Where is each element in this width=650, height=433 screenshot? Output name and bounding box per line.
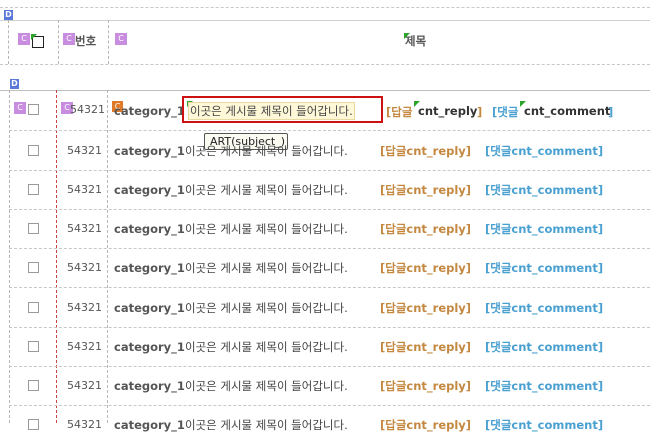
row-separator <box>9 248 650 249</box>
header-top-line <box>0 7 650 8</box>
row-checkbox[interactable] <box>28 262 39 273</box>
header-divider-1 <box>58 20 59 64</box>
row-number: 54321 <box>70 103 105 116</box>
row-subject-link[interactable]: 이곳은 게시물 제목이 들어갑니다. <box>185 260 348 276</box>
list-top-line <box>0 90 650 91</box>
row-comment-suffix: ] <box>608 105 614 119</box>
row-category: category_1 <box>114 261 185 275</box>
row-reply: [답글cnt_reply] <box>380 144 472 158</box>
row-checkbox[interactable] <box>28 104 39 115</box>
row-comment-prefix: [댓글 <box>492 105 519 119</box>
list-divider-title <box>107 90 108 423</box>
row-subject-link[interactable]: 이곳은 게시물 제목이 들어갑니다. <box>185 339 348 355</box>
row-reply: [답글cnt_reply] <box>380 418 472 432</box>
row-checkbox[interactable] <box>28 419 39 430</box>
header-divider-2 <box>108 20 109 64</box>
row-category: category_1 <box>114 379 185 393</box>
row-number: 54321 <box>67 183 102 196</box>
row-comment: [댓글cnt_comment] <box>485 222 604 236</box>
row-separator <box>9 366 650 367</box>
row-reply-var: cnt_reply <box>418 104 478 118</box>
row-separator <box>9 130 650 131</box>
row-subject-link[interactable]: 이곳은 게시물 제목이 들어갑니다. <box>185 417 348 433</box>
row-reply: [답글cnt_reply] <box>380 301 472 315</box>
row-c-badge-checkbox: C <box>14 102 26 114</box>
row-category: category_1 <box>114 183 185 197</box>
row-comment: [댓글cnt_comment] <box>485 340 604 354</box>
row-reply: [답글cnt_reply] <box>380 222 472 236</box>
row-category: category_1 <box>114 104 185 118</box>
row-reply-prefix: [답글 <box>386 105 413 119</box>
row-category: category_1 <box>114 144 185 158</box>
header-d-badge: D <box>4 10 13 20</box>
row-number: 54321 <box>67 418 102 431</box>
header-checkbox-marker <box>31 34 37 40</box>
row-category: category_1 <box>114 301 185 315</box>
row-comment: [댓글cnt_comment] <box>485 144 604 158</box>
row-separator <box>9 405 650 406</box>
row-number: 54321 <box>67 222 102 235</box>
row-reply: [답글cnt_reply] <box>380 340 472 354</box>
row-checkbox[interactable] <box>28 302 39 313</box>
row-comment: [댓글cnt_comment] <box>485 301 604 315</box>
row-number: 54321 <box>67 261 102 274</box>
row-number: 54321 <box>67 340 102 353</box>
row-subject-link[interactable]: 이곳은 게시물 제목이 들어갑니다. <box>188 102 355 120</box>
row-reply-suffix: ] <box>477 105 483 119</box>
header-row-top <box>0 20 650 21</box>
row-checkbox[interactable] <box>28 341 39 352</box>
list-divider-left <box>9 90 10 423</box>
row-category: category_1 <box>114 340 185 354</box>
row-separator <box>9 170 650 171</box>
row-number: 54321 <box>67 301 102 314</box>
header-c-badge-title: C <box>115 33 127 45</box>
row-category: category_1 <box>114 222 185 236</box>
header-c-badge-num: C <box>63 33 75 45</box>
row-subject-link[interactable]: 이곳은 게시물 제목이 들어갑니다. <box>185 378 348 394</box>
header-row-bottom <box>0 64 650 65</box>
row-reply: [답글cnt_reply] <box>380 183 472 197</box>
row-checkbox[interactable] <box>28 145 39 156</box>
row-checkbox[interactable] <box>28 380 39 391</box>
row-comment: [댓글cnt_comment] <box>485 418 604 432</box>
column-header-title: 제목 <box>405 34 427 48</box>
row-comment: [댓글cnt_comment] <box>485 261 604 275</box>
row-subject-link[interactable]: 이곳은 게시물 제목이 들어갑니다. <box>185 300 348 316</box>
column-header-number: 번호 <box>75 34 97 48</box>
row-category: category_1 <box>114 418 185 432</box>
row-checkbox[interactable] <box>28 223 39 234</box>
row-separator <box>9 287 650 288</box>
row-checkbox[interactable] <box>28 184 39 195</box>
row-comment-var: cnt_comment <box>524 104 611 118</box>
row-subject-link[interactable]: 이곳은 게시물 제목이 들어갑니다. <box>185 182 348 198</box>
list-d-badge: D <box>10 79 19 89</box>
row-comment: [댓글cnt_comment] <box>485 183 604 197</box>
row-separator <box>9 327 650 328</box>
row-number: 54321 <box>67 379 102 392</box>
list-divider-num <box>56 90 57 423</box>
row-separator <box>9 209 650 210</box>
row-reply: [답글cnt_reply] <box>380 261 472 275</box>
header-c-badge-checkbox: C <box>18 33 30 45</box>
row-reply: [답글cnt_reply] <box>380 379 472 393</box>
row-comment: [댓글cnt_comment] <box>485 379 604 393</box>
row-number: 54321 <box>67 144 102 157</box>
header-divider-left <box>8 20 9 64</box>
row-subject-link[interactable]: 이곳은 게시물 제목이 들어갑니다. <box>185 221 348 237</box>
row-subject-link[interactable]: 이곳은 게시물 제목이 들어갑니다. <box>185 143 348 159</box>
